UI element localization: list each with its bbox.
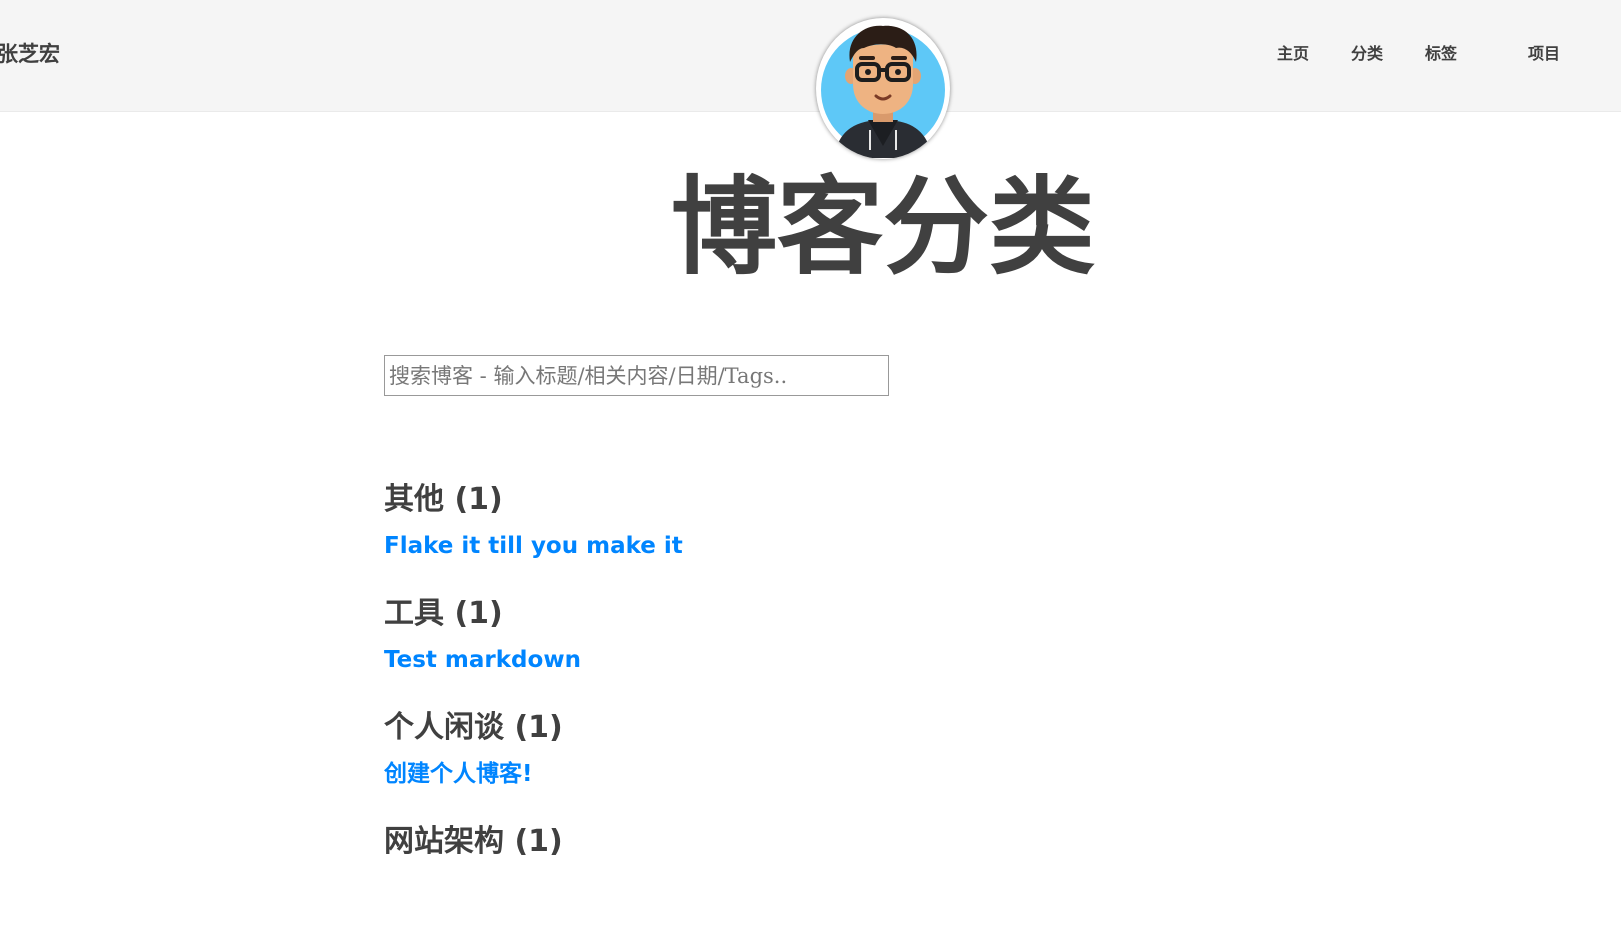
avatar[interactable] — [816, 18, 950, 159]
post-link[interactable]: Flake it till you make it — [384, 524, 1284, 568]
category-heading: 其他 (1) — [384, 482, 503, 517]
nav-link-categories[interactable]: 分类 — [1351, 40, 1383, 64]
brand-link[interactable]: 张芝宏 — [0, 38, 60, 68]
search-input[interactable] — [384, 355, 889, 396]
nav-link-home[interactable]: 主页 — [1277, 40, 1309, 64]
category-heading: 工具 (1) — [384, 596, 503, 631]
nav-link-projects[interactable]: 项目 — [1528, 40, 1560, 64]
category-list: 其他 (1) Flake it till you make it 工具 (1) … — [384, 478, 1284, 934]
category-section: 工具 (1) Test markdown — [384, 592, 1284, 706]
page-title: 博客分类 — [671, 166, 1095, 289]
avatar-cartoon-man-with-glasses-icon — [821, 25, 945, 158]
brand-text: 张芝宏 — [0, 42, 60, 66]
category-section: 网站架构 (1) — [384, 820, 1284, 934]
category-heading: 网站架构 (1) — [384, 824, 563, 859]
post-link[interactable]: Test markdown — [384, 638, 1284, 682]
category-section: 个人闲谈 (1) 创建个人博客! — [384, 706, 1284, 820]
nav-link-tags[interactable]: 标签 — [1425, 40, 1457, 64]
category-heading: 个人闲谈 (1) — [384, 710, 563, 745]
post-link[interactable]: 创建个人博客! — [384, 752, 1284, 796]
category-section: 其他 (1) Flake it till you make it — [384, 478, 1284, 592]
navbar: 张芝宏 主页 分类 标签 项目 — [0, 0, 1621, 112]
